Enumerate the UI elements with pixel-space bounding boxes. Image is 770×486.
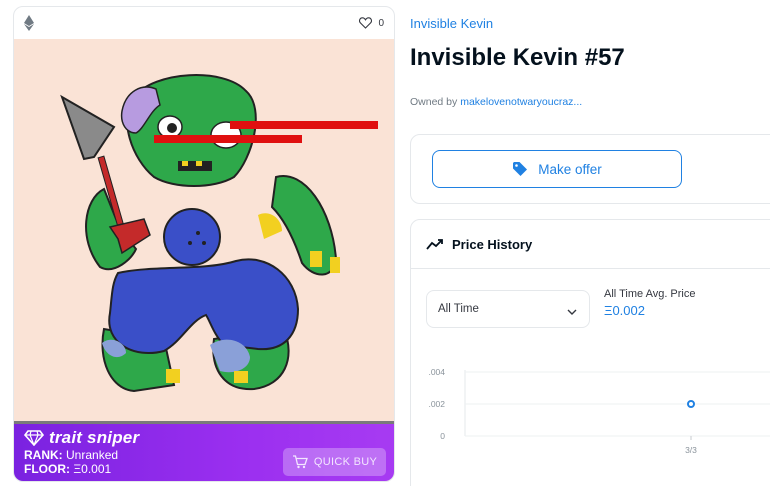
y-tick-label: .002 xyxy=(428,399,445,409)
collection-link[interactable]: Invisible Kevin xyxy=(410,16,493,31)
y-tick-label: 0 xyxy=(440,431,445,441)
price-chart-svg: .004 .002 0 3/3 xyxy=(428,367,770,455)
nft-card: 0 trait sniper RANK: Unranked FLOOR: Ξ0.… xyxy=(13,6,395,482)
favorite-button[interactable]: 0 xyxy=(359,17,384,29)
avg-price-label: All Time Avg. Price xyxy=(604,288,696,300)
price-point[interactable] xyxy=(687,400,695,408)
trait-sniper-label: trait sniper xyxy=(49,428,140,447)
time-range-value: All Time xyxy=(438,303,479,315)
make-offer-button[interactable]: Make offer xyxy=(432,150,682,188)
floor-label: FLOOR: xyxy=(24,462,70,476)
y-tick-label: .004 xyxy=(428,367,445,377)
quick-buy-label: QUICK BUY xyxy=(313,456,378,468)
floor-value: Ξ0.001 xyxy=(73,462,112,476)
ethereum-icon xyxy=(24,15,34,31)
avg-price-value: Ξ0.002 xyxy=(604,303,645,318)
trait-sniper-bar: trait sniper RANK: Unranked FLOOR: Ξ0.00… xyxy=(14,421,394,481)
price-chart: .004 .002 0 3/3 xyxy=(411,360,770,460)
cart-icon xyxy=(292,455,308,469)
favorite-count: 0 xyxy=(378,17,384,29)
owner-link[interactable]: makelovenotwaryoucraz... xyxy=(460,96,582,108)
make-offer-label: Make offer xyxy=(538,161,602,177)
trait-sniper-brand: trait sniper xyxy=(23,428,386,448)
offer-panel: Make offer xyxy=(410,134,770,204)
heart-icon xyxy=(359,17,373,29)
rank-label: RANK: xyxy=(24,448,63,462)
chevron-down-icon xyxy=(567,306,577,315)
rank-value: Unranked xyxy=(66,448,119,462)
owned-by: Owned by makelovenotwaryoucraz... xyxy=(410,96,582,108)
price-history-title: Price History xyxy=(452,236,533,252)
price-history-header[interactable]: Price History xyxy=(411,220,770,269)
card-header: 0 xyxy=(14,7,394,39)
item-title: Invisible Kevin #57 xyxy=(410,44,625,71)
owned-by-label: Owned by xyxy=(410,96,458,108)
price-history-panel: Price History All Time All Time Avg. Pri… xyxy=(410,219,770,486)
time-range-select[interactable]: All Time xyxy=(426,290,590,328)
nft-artwork[interactable] xyxy=(14,39,394,421)
x-tick-label: 3/3 xyxy=(685,445,697,455)
quick-buy-button[interactable]: QUICK BUY xyxy=(283,448,386,476)
tag-icon xyxy=(512,161,528,177)
trending-icon xyxy=(426,238,444,250)
diamond-icon xyxy=(23,430,45,447)
